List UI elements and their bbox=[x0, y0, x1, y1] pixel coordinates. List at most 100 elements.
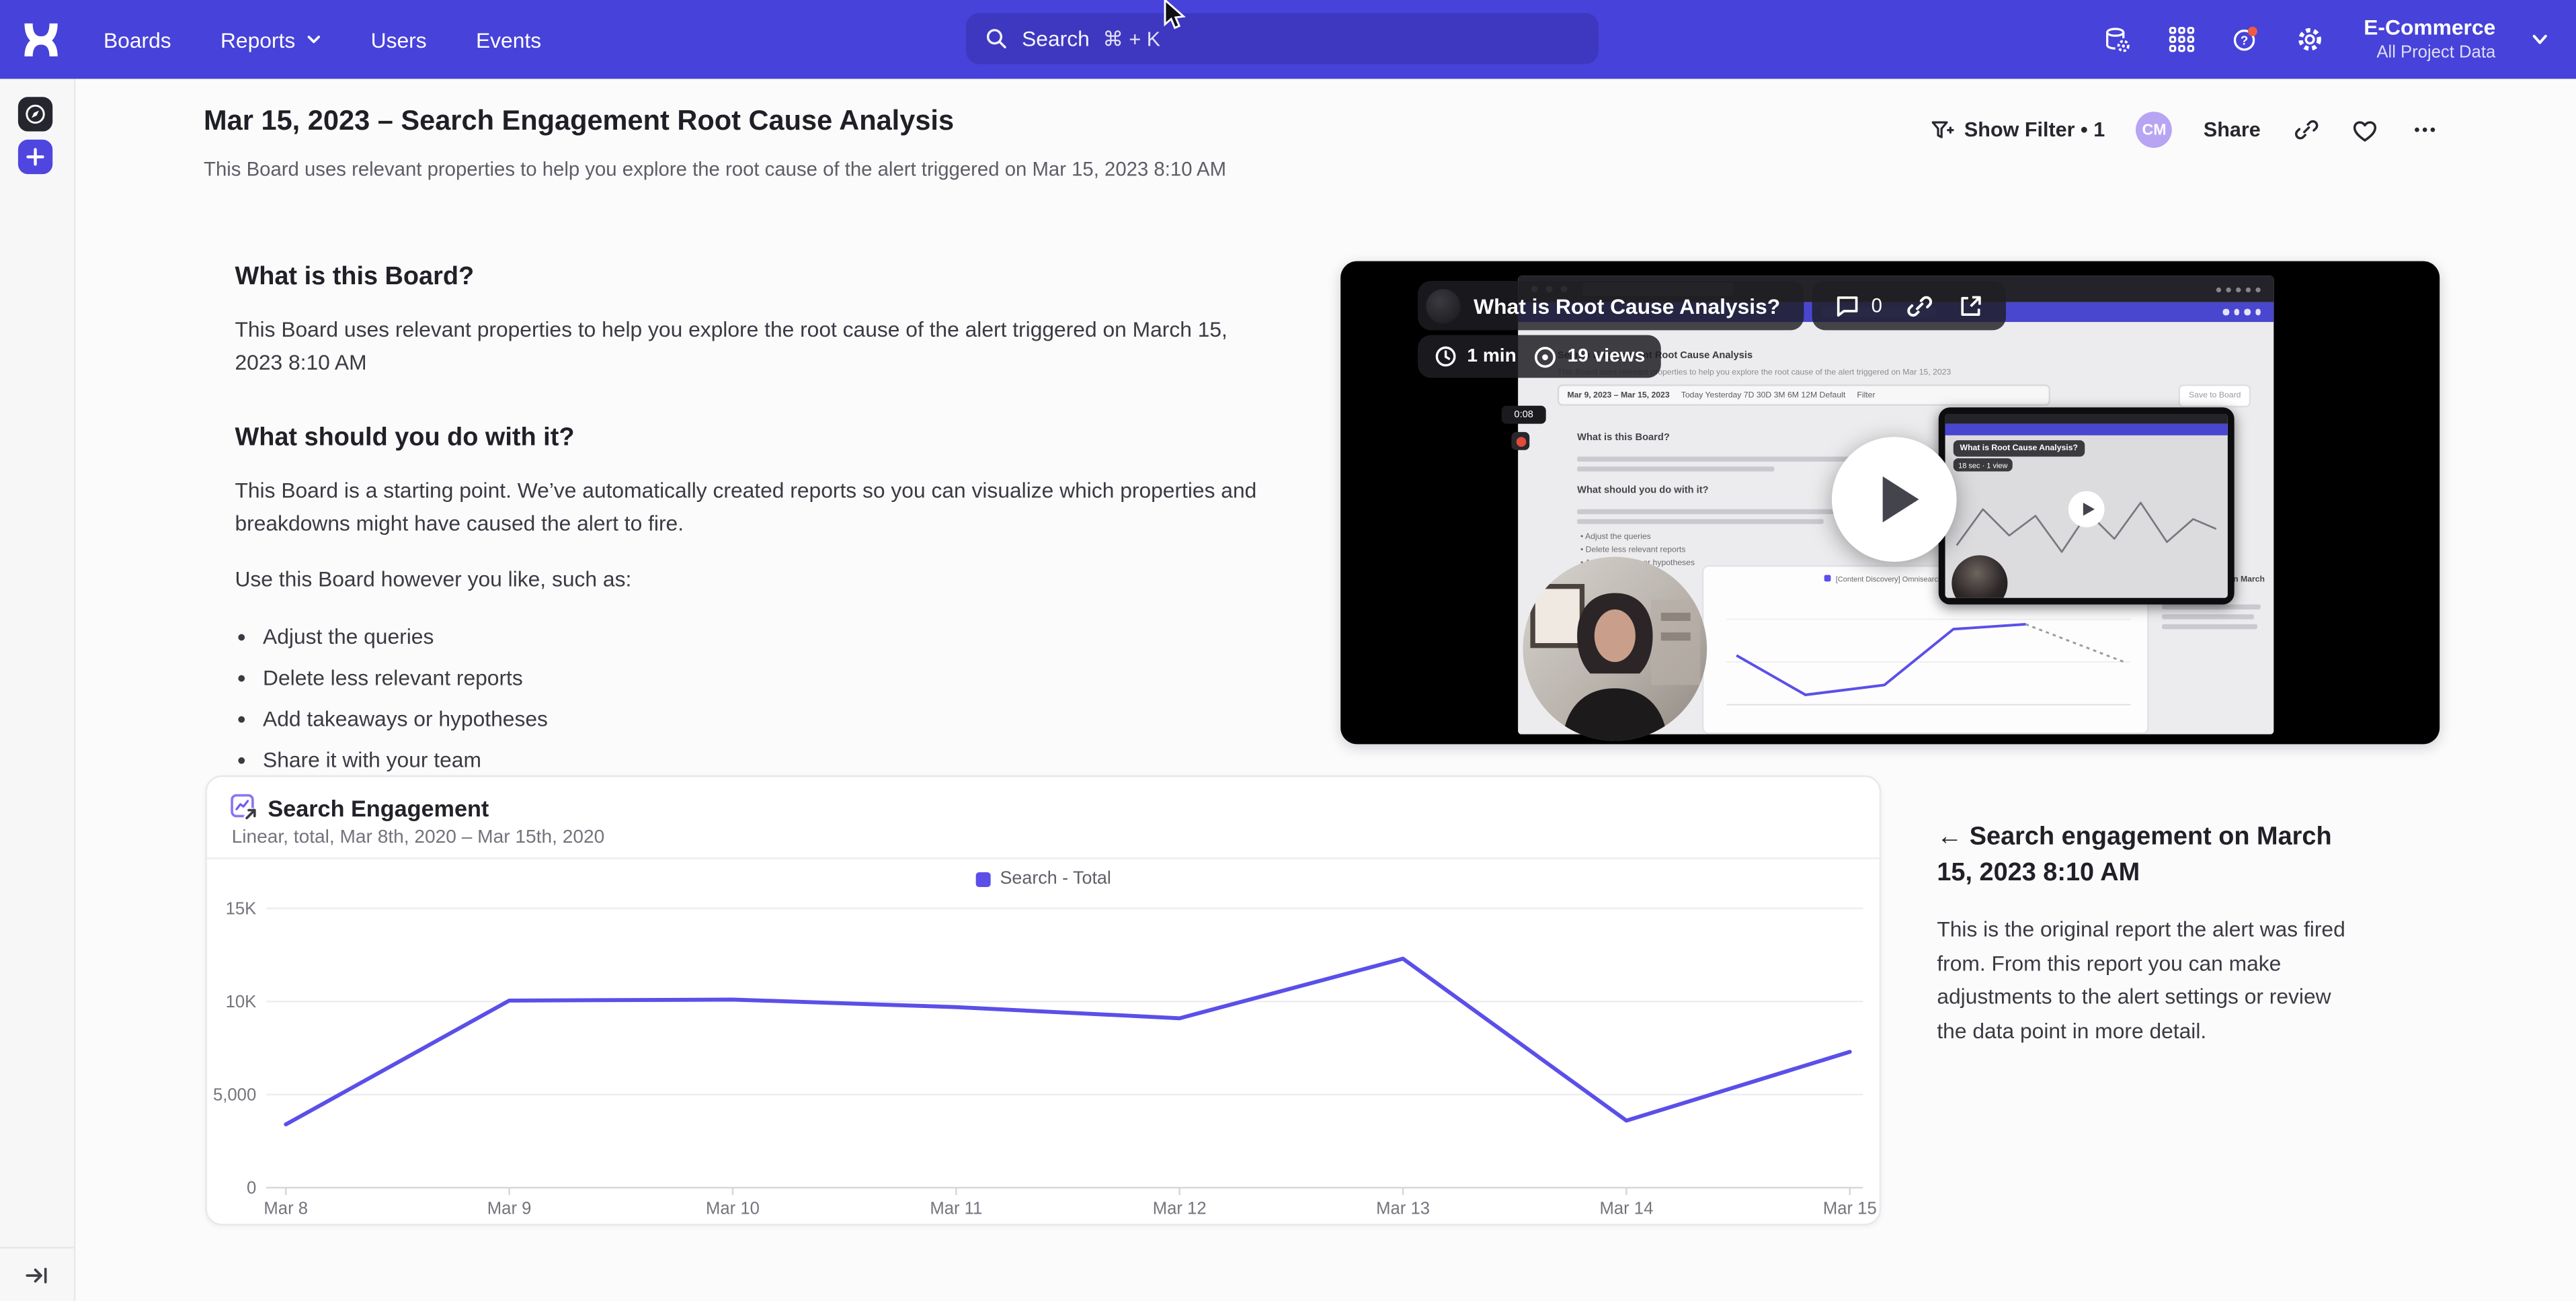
nav-item-events[interactable]: Events bbox=[476, 27, 541, 52]
plus-icon bbox=[26, 148, 44, 166]
svg-text:Mar 13: Mar 13 bbox=[1376, 1199, 1430, 1218]
mini-filter-label: Filter bbox=[1857, 390, 1875, 401]
nav-item-label: Reports bbox=[220, 27, 295, 52]
search-icon bbox=[984, 26, 1009, 51]
mini-section-heading: What should you do with it? bbox=[1577, 487, 1709, 497]
comment-count: 0 bbox=[1871, 294, 1882, 317]
suggestions-list: Adjust the queries Delete less relevant … bbox=[235, 622, 1256, 775]
clock-icon bbox=[1435, 345, 1457, 368]
play-button[interactable] bbox=[1832, 437, 1957, 562]
svg-text:?: ? bbox=[2240, 34, 2247, 48]
mini-chart-line bbox=[1703, 590, 2150, 735]
section-heading: What should you do with it? bbox=[235, 424, 1256, 454]
compass-icon bbox=[25, 103, 46, 125]
more-options-button[interactable] bbox=[2410, 116, 2438, 144]
nav-item-label: Boards bbox=[104, 27, 171, 52]
shoulders bbox=[1562, 688, 1667, 741]
line-chart-plot[interactable]: 05,00010K15KMar 8Mar 9Mar 10Mar 11Mar 12… bbox=[207, 777, 1883, 1227]
filter-plus-icon bbox=[1930, 118, 1955, 142]
discover-compass-button[interactable] bbox=[18, 97, 52, 131]
nested-video-frame: What is Root Cause Analysis? 18 sec · 1 … bbox=[1939, 407, 2235, 604]
svg-text:0: 0 bbox=[247, 1179, 256, 1198]
list-item: Adjust the queries bbox=[263, 622, 1257, 651]
comment-icon bbox=[1833, 292, 1861, 320]
create-new-button[interactable] bbox=[18, 140, 52, 174]
presenter-webcam-circle bbox=[1523, 557, 1707, 741]
project-chevron-down-icon[interactable] bbox=[2530, 30, 2550, 49]
record-stop-button[interactable] bbox=[1511, 432, 1529, 450]
search-placeholder: Search bbox=[1022, 26, 1090, 51]
video-actions-pill: 0 bbox=[1812, 281, 2006, 330]
nav-item-reports[interactable]: Reports bbox=[220, 27, 321, 52]
video-stats-pill: 1 min 19 views bbox=[1418, 335, 1662, 378]
video-player-card[interactable]: Search Engagement Root Cause Analysis Th… bbox=[1340, 261, 2440, 745]
face bbox=[1595, 610, 1636, 662]
nested-video-title: What is Root Cause Analysis? bbox=[1954, 440, 2085, 456]
picture-frame bbox=[1533, 587, 1582, 646]
aside-note: ← Search engagement on March 15, 2023 8:… bbox=[1937, 820, 2364, 1048]
mini-list-item: Delete less relevant reports bbox=[1580, 546, 1685, 556]
play-icon bbox=[1882, 476, 1918, 522]
mini-save-to-board: Save to Board bbox=[2179, 384, 2251, 407]
search-input[interactable]: Search ⌘ + K bbox=[966, 13, 1599, 65]
search-shortcut: ⌘ + K bbox=[1102, 26, 1160, 51]
expand-sidebar-button[interactable] bbox=[0, 1247, 74, 1301]
data-management-icon[interactable] bbox=[2103, 25, 2132, 54]
aside-body: This is the original report the alert wa… bbox=[1937, 913, 2364, 1048]
report-card-search-engagement: Search Engagement Linear, total, Mar 8th… bbox=[205, 775, 1881, 1226]
mini-section-heading: What is this Board? bbox=[1577, 433, 1670, 444]
nav-item-users[interactable]: Users bbox=[371, 27, 427, 52]
link-icon bbox=[2292, 117, 2319, 143]
mixpanel-logo-icon[interactable] bbox=[19, 18, 63, 61]
heart-icon bbox=[2351, 116, 2379, 144]
ellipsis-icon bbox=[2411, 117, 2437, 143]
apps-grid-icon[interactable] bbox=[2167, 25, 2196, 54]
mini-date-presets: Today Yesterday 7D 30D 3M 6M 12M Default bbox=[1681, 390, 1846, 401]
svg-text:Mar 11: Mar 11 bbox=[930, 1199, 982, 1218]
board-subtitle: This Board uses relevant properties to h… bbox=[204, 158, 1226, 181]
nav-item-boards[interactable]: Boards bbox=[104, 27, 171, 52]
views-eye-icon bbox=[1533, 344, 1558, 369]
comments-button[interactable]: 0 bbox=[1833, 292, 1882, 320]
svg-text:Mar 14: Mar 14 bbox=[1600, 1199, 1654, 1218]
nested-play-button[interactable] bbox=[2068, 491, 2105, 528]
svg-text:10K: 10K bbox=[226, 993, 257, 1011]
svg-text:Mar 9: Mar 9 bbox=[487, 1199, 532, 1218]
open-external-button[interactable] bbox=[1956, 292, 1984, 320]
show-filter-button[interactable]: Show Filter • 1 bbox=[1930, 118, 2105, 142]
project-selector[interactable]: E-Commerce All Project Data bbox=[2364, 15, 2495, 64]
top-nav-bar: Boards Reports Users Events Search ⌘ + K bbox=[0, 0, 2576, 79]
external-link-icon bbox=[1956, 292, 1984, 320]
video-copy-link-button[interactable] bbox=[1905, 292, 1933, 320]
list-item: Add takeaways or hypotheses bbox=[263, 704, 1257, 733]
video-title-pill: What is Root Cause Analysis? bbox=[1418, 281, 1803, 330]
favorite-button[interactable] bbox=[2351, 116, 2379, 144]
svg-text:Mar 10: Mar 10 bbox=[706, 1199, 760, 1218]
svg-text:Mar 12: Mar 12 bbox=[1153, 1199, 1207, 1218]
user-avatar[interactable]: CM bbox=[2136, 112, 2173, 148]
list-item: Share it with your team bbox=[263, 745, 1257, 774]
primary-nav: Boards Reports Users Events bbox=[104, 0, 541, 79]
svg-text:5,000: 5,000 bbox=[213, 1085, 256, 1104]
nav-item-label: Users bbox=[371, 27, 427, 52]
left-rail bbox=[0, 79, 75, 1301]
section-paragraph: This Board uses relevant properties to h… bbox=[235, 314, 1256, 380]
link-icon bbox=[1905, 292, 1933, 320]
section-paragraph: This Board is a starting point. We’ve au… bbox=[235, 475, 1256, 541]
video-duration: 1 min bbox=[1467, 347, 1516, 366]
board-title[interactable]: Mar 15, 2023 – Search Engagement Root Ca… bbox=[204, 105, 954, 138]
mini-list-item: Adjust the queries bbox=[1580, 532, 1651, 542]
list-item: Delete less relevant reports bbox=[263, 663, 1257, 692]
board-text-content: What is this Board? This Board uses rele… bbox=[235, 263, 1256, 787]
nav-right-cluster: ? E-Commerce All Project Data bbox=[2103, 0, 2550, 79]
app-canvas: Boards Reports Users Events Search ⌘ + K bbox=[0, 0, 2576, 1301]
notification-dot bbox=[2247, 27, 2257, 36]
nav-item-label: Events bbox=[476, 27, 541, 52]
chevron-down-icon bbox=[305, 31, 321, 47]
help-icon[interactable]: ? bbox=[2230, 25, 2260, 54]
settings-gear-icon[interactable] bbox=[2295, 25, 2325, 54]
show-filter-label: Show Filter • 1 bbox=[1964, 118, 2105, 141]
project-name: E-Commerce bbox=[2364, 15, 2495, 42]
copy-link-button[interactable] bbox=[2292, 116, 2320, 144]
share-button[interactable]: Share bbox=[2204, 118, 2261, 141]
